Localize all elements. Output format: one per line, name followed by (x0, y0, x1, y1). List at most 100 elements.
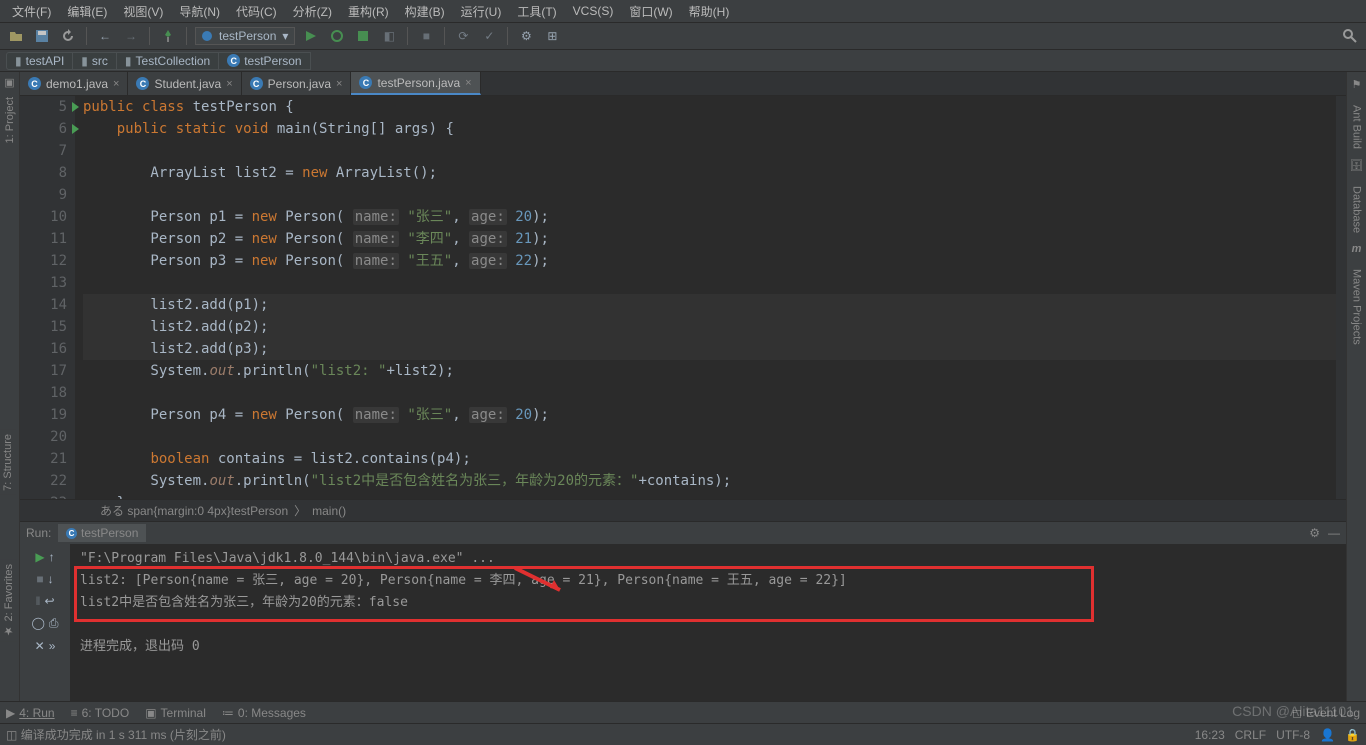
tab-student[interactable]: CStudent.java× (128, 72, 241, 95)
menu-file[interactable]: 文件(F) (4, 1, 59, 22)
ant-build-button[interactable]: Ant Build (1351, 105, 1363, 149)
build-icon[interactable] (158, 26, 178, 46)
search-icon[interactable] (1340, 26, 1360, 46)
run-controls: ▶ ↑ ■ ↓ ‖ ↩ ◯ ⎙ ✕ » (20, 544, 70, 701)
menu-refactor[interactable]: 重构(R) (340, 1, 397, 22)
code-area[interactable]: public class testPerson { public static … (75, 96, 1346, 499)
code-editor[interactable]: 567891011121314151617181920212223 public… (20, 96, 1346, 499)
pause-icon[interactable]: ‖ (35, 594, 40, 608)
line-gutter: 567891011121314151617181920212223 (20, 96, 75, 499)
close-icon[interactable]: × (465, 77, 471, 89)
status-bar: ◫ 编译成功完成 in 1 s 311 ms (片刻之前) 16:23 CRLF… (0, 723, 1366, 745)
menu-build[interactable]: 构建(B) (397, 1, 453, 22)
gear-icon[interactable]: ⚙ (1309, 526, 1320, 540)
wrap-icon[interactable]: ↩ (44, 594, 54, 608)
stop-icon[interactable]: ■ (36, 572, 43, 586)
console-line: list2中是否包含姓名为张三，年龄为20的元素：false (80, 592, 1336, 614)
breadcrumb-item[interactable]: ▮src (72, 52, 117, 70)
lock-icon[interactable]: 🔒 (1345, 728, 1360, 742)
menu-navigate[interactable]: 导航(N) (171, 1, 228, 22)
console-line: "F:\Program Files\Java\jdk1.8.0_144\bin\… (80, 548, 1336, 570)
menu-code[interactable]: 代码(C) (228, 1, 285, 22)
folder-icon: ▮ (125, 54, 132, 68)
down-icon[interactable]: ↓ (48, 572, 54, 586)
error-stripe (1336, 96, 1346, 499)
menu-view[interactable]: 视图(V) (115, 1, 171, 22)
breadcrumb: ▮testAPI ▮src ▮TestCollection CtestPerso… (0, 50, 1366, 72)
menu-vcs[interactable]: VCS(S) (565, 2, 622, 20)
crumb-class[interactable]: testPerson (231, 504, 288, 518)
crumb-method[interactable]: main() (312, 504, 346, 518)
minimize-icon[interactable]: — (1328, 526, 1340, 540)
debug-button[interactable] (327, 26, 347, 46)
class-icon: C (28, 77, 41, 90)
bottom-tab-run[interactable]: ▶ 4: Run (6, 706, 55, 720)
console-output[interactable]: "F:\Program Files\Java\jdk1.8.0_144\bin\… (70, 544, 1346, 701)
run-label: Run: (26, 526, 51, 540)
close-run-icon[interactable]: ✕ (35, 639, 45, 653)
event-log-button[interactable]: ◻ Event Log (1292, 706, 1360, 720)
bottom-tab-todo[interactable]: ≡ 6: TODO (71, 706, 130, 720)
menu-help[interactable]: 帮助(H) (681, 1, 738, 22)
tab-testperson[interactable]: CtestPerson.java× (351, 72, 480, 95)
bottom-tab-terminal[interactable]: ▣ Terminal (145, 706, 206, 720)
database-button[interactable]: Database (1351, 186, 1363, 233)
main-area: ▣ 1: Project Cdemo1.java× CStudent.java×… (0, 72, 1366, 701)
up-icon[interactable]: ↑ (49, 550, 55, 564)
close-icon[interactable]: × (113, 78, 119, 90)
open-icon[interactable] (6, 26, 26, 46)
rerun-icon[interactable]: ▶ (35, 550, 44, 564)
console-line: 进程完成，退出码 0 (80, 636, 1336, 658)
profile-button[interactable]: ◧ (379, 26, 399, 46)
breadcrumb-item[interactable]: ▮TestCollection (116, 52, 219, 70)
menu-edit[interactable]: 编辑(E) (59, 1, 115, 22)
bottom-tab-messages[interactable]: ≔ 0: Messages (222, 706, 306, 720)
editor-breadcrumb: ある span{margin:0 4px} testPerson 〉 main(… (20, 499, 1346, 521)
vcs-update-icon[interactable]: ⟳ (453, 26, 473, 46)
print-icon[interactable]: ⎙ (49, 616, 59, 631)
menu-tools[interactable]: 工具(T) (509, 1, 564, 22)
vcs-commit-icon[interactable]: ✓ (479, 26, 499, 46)
favorites-tool-button[interactable]: ★ 2: Favorites (0, 560, 17, 642)
breadcrumb-item[interactable]: ▮testAPI (6, 52, 73, 70)
ant-icon[interactable]: ⚑ (1352, 78, 1362, 91)
run-button[interactable] (301, 26, 321, 46)
class-icon: C (136, 77, 149, 90)
maven-button[interactable]: Maven Projects (1351, 269, 1363, 345)
run-config-selector[interactable]: testPerson ▾ (195, 27, 295, 45)
menu-analyze[interactable]: 分析(Z) (285, 1, 340, 22)
camera-icon[interactable]: ◯ (31, 616, 44, 631)
save-icon[interactable] (32, 26, 52, 46)
structure-icon[interactable]: ⊞ (542, 26, 562, 46)
project-tool-button[interactable]: 1: Project (4, 97, 16, 143)
status-line-sep[interactable]: CRLF (1235, 728, 1266, 742)
settings-icon[interactable]: ⚙ (516, 26, 536, 46)
tab-person[interactable]: CPerson.java× (242, 72, 352, 95)
forward-icon[interactable]: → (121, 26, 141, 46)
folder-icon: ▮ (81, 54, 88, 68)
refresh-icon[interactable] (58, 26, 78, 46)
more-icon[interactable]: » (49, 639, 56, 653)
close-icon[interactable]: × (336, 78, 342, 90)
breadcrumb-item[interactable]: CtestPerson (218, 52, 310, 70)
structure-tool-button[interactable]: 7: Structure (0, 430, 16, 495)
back-icon[interactable]: ← (95, 26, 115, 46)
chevron-down-icon: ▾ (282, 29, 288, 43)
right-tool-stripe: ⚑ Ant Build 🗄 Database m Maven Projects (1346, 72, 1366, 701)
status-encoding[interactable]: UTF-8 (1276, 728, 1310, 742)
folder-icon: ▮ (15, 54, 22, 68)
tab-demo1[interactable]: Cdemo1.java× (20, 72, 128, 95)
coverage-button[interactable] (353, 26, 373, 46)
maven-icon[interactable]: m (1352, 243, 1362, 255)
close-icon[interactable]: × (226, 78, 232, 90)
bottom-tool-bar: ▶ 4: Run ≡ 6: TODO ▣ Terminal ≔ 0: Messa… (0, 701, 1366, 723)
menu-run[interactable]: 运行(U) (453, 1, 510, 22)
stop-button[interactable]: ■ (416, 26, 436, 46)
database-icon[interactable]: 🗄 (1350, 159, 1364, 172)
project-tool-icon[interactable]: ▣ (4, 76, 14, 89)
run-tab[interactable]: CtestPerson (58, 524, 146, 542)
menu-window[interactable]: 窗口(W) (621, 1, 680, 22)
inspector-icon[interactable]: 👤 (1320, 728, 1335, 742)
status-message: 编译成功完成 in 1 s 311 ms (片刻之前) (21, 726, 226, 743)
window-icon[interactable]: ◫ (6, 728, 17, 742)
